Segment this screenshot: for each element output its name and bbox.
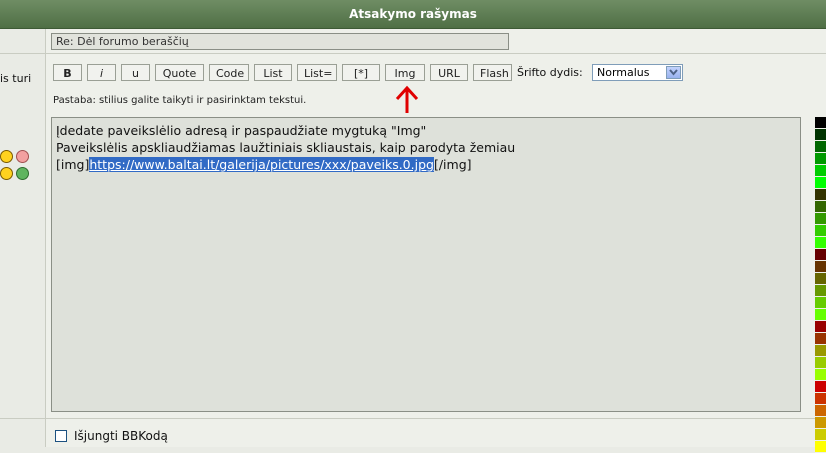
- editor-line: Paveikslėlis apskliaudžiamas laužtiniais…: [56, 140, 516, 155]
- row-divider: [0, 53, 826, 54]
- reply-header-bar: Atsakymo rašymas: [0, 0, 826, 29]
- row-divider: [0, 418, 826, 419]
- color-swatch[interactable]: [815, 213, 826, 225]
- color-swatch[interactable]: [815, 117, 826, 129]
- message-textarea[interactable]: Įdedate paveikslėlio adresą ir paspaudži…: [51, 117, 801, 412]
- neutral-smiley-icon[interactable]: [0, 167, 13, 180]
- color-swatch[interactable]: [815, 165, 826, 177]
- red-arrow-icon: [395, 85, 419, 113]
- img-button[interactable]: Img: [385, 64, 425, 81]
- color-swatch[interactable]: [815, 393, 826, 405]
- style-hint-text: Pastaba: stilius galite taikyti ir pasir…: [53, 95, 307, 106]
- color-swatch[interactable]: [815, 369, 826, 381]
- list-item-button[interactable]: [*]: [342, 64, 380, 81]
- page-title: Atsakymo rašymas: [349, 7, 477, 21]
- img-open-tag: [img]: [56, 157, 90, 172]
- editor-line: Įdedate paveikslėlio adresą ir paspaudži…: [56, 123, 427, 138]
- color-palette: [815, 117, 826, 453]
- color-swatch[interactable]: [815, 429, 826, 441]
- color-swatch[interactable]: [815, 249, 826, 261]
- img-close-tag: [/img]: [433, 157, 472, 172]
- color-swatch[interactable]: [815, 285, 826, 297]
- code-button[interactable]: Code: [209, 64, 249, 81]
- subject-input[interactable]: Re: Dėl forumo beraščių: [51, 33, 509, 50]
- bold-button[interactable]: B: [53, 64, 82, 81]
- green-smiley-icon[interactable]: [16, 167, 29, 180]
- color-swatch[interactable]: [815, 189, 826, 201]
- chevron-down-icon[interactable]: [666, 66, 681, 79]
- flash-button[interactable]: Flash: [473, 64, 512, 81]
- side-text: is turi: [0, 72, 32, 85]
- color-swatch[interactable]: [815, 417, 826, 429]
- color-swatch[interactable]: [815, 333, 826, 345]
- disable-bbcode-label: Išjungti BBKodą: [74, 429, 168, 443]
- color-swatch[interactable]: [815, 345, 826, 357]
- color-swatch[interactable]: [815, 225, 826, 237]
- color-swatch[interactable]: [815, 153, 826, 165]
- color-swatch[interactable]: [815, 405, 826, 417]
- font-size-label: Šrifto dydis:: [517, 66, 583, 79]
- sad-smiley-icon[interactable]: [16, 150, 29, 163]
- color-swatch[interactable]: [815, 441, 826, 453]
- color-swatch[interactable]: [815, 381, 826, 393]
- underline-button[interactable]: u: [121, 64, 150, 81]
- color-swatch[interactable]: [815, 273, 826, 285]
- color-swatch[interactable]: [815, 177, 826, 189]
- color-swatch[interactable]: [815, 261, 826, 273]
- list-ordered-button[interactable]: List=: [297, 64, 337, 81]
- italic-button[interactable]: i: [87, 64, 116, 81]
- grin-smiley-icon[interactable]: [0, 150, 13, 163]
- left-column: [0, 29, 46, 447]
- color-swatch[interactable]: [815, 321, 826, 333]
- color-swatch[interactable]: [815, 357, 826, 369]
- color-swatch[interactable]: [815, 237, 826, 249]
- color-swatch[interactable]: [815, 309, 826, 321]
- editor-line: [img]https://www.baltai.lt/galerija/pict…: [56, 156, 796, 173]
- quote-button[interactable]: Quote: [155, 64, 204, 81]
- color-swatch[interactable]: [815, 141, 826, 153]
- disable-bbcode-checkbox[interactable]: [55, 430, 67, 442]
- selected-url-text: https://www.baltai.lt/galerija/pictures/…: [89, 157, 434, 172]
- url-button[interactable]: URL: [430, 64, 468, 81]
- font-size-select[interactable]: Normalus: [592, 64, 683, 81]
- color-swatch[interactable]: [815, 201, 826, 213]
- color-swatch[interactable]: [815, 129, 826, 141]
- color-swatch[interactable]: [815, 297, 826, 309]
- font-size-value: Normalus: [597, 66, 650, 79]
- list-button[interactable]: List: [254, 64, 292, 81]
